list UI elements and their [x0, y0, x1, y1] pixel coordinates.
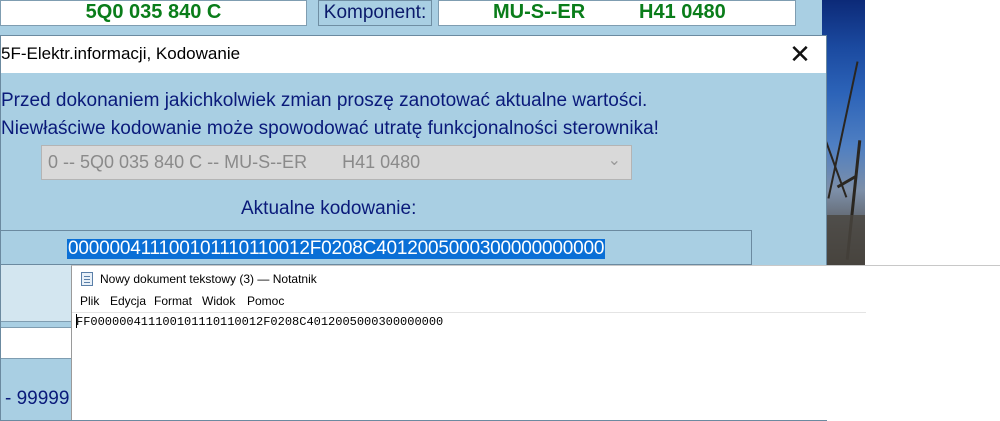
menu-widok[interactable]: Widok	[202, 294, 235, 308]
close-icon[interactable]: ✕	[785, 40, 815, 70]
part-number-field: 5Q0 035 840 C	[0, 0, 307, 26]
module-select-dropdown[interactable]: 0 -- 5Q0 035 840 C -- MU-S--ER H41 0480 …	[41, 145, 632, 180]
warning-text-line2: Niewłaściwe kodowanie może spowodować ut…	[1, 118, 659, 139]
current-coding-label: Aktualne kodowanie:	[241, 198, 417, 219]
menu-plik[interactable]: Plik	[80, 294, 99, 308]
desktop-wallpaper-photo	[822, 0, 865, 265]
komponent-version: H41 0480	[639, 1, 726, 23]
range-text: - 99999	[5, 388, 70, 409]
komponent-label: Komponent:	[318, 0, 432, 26]
menu-pomoc[interactable]: Pomoc	[247, 294, 284, 308]
dialog-title: 5F-Elektr.informacji, Kodowanie	[1, 44, 241, 63]
komponent-field: MU-S--ER H41 0480	[438, 0, 796, 26]
notepad-icon	[81, 272, 93, 286]
module-select-value: 0 -- 5Q0 035 840 C -- MU-S--ER H41 0480	[48, 152, 421, 172]
coding-value-selected: 000000411100101110110012F0208C4012005000…	[67, 238, 606, 259]
menu-edycja[interactable]: Edycja	[110, 294, 146, 308]
notepad-text-area[interactable]: FF000000411100101110110012F0208C40120050…	[76, 315, 443, 329]
notepad-menu-divider	[72, 312, 866, 313]
notepad-title: Nowy dokument tekstowy (3) — Notatnik	[100, 272, 317, 286]
menu-format[interactable]: Format	[154, 294, 192, 308]
background-header-strip: 5Q0 035 840 C Komponent: MU-S--ER H41 04…	[0, 0, 800, 26]
warning-text-line1: Przed dokonaniem jakichkolwiek zmian pro…	[1, 90, 648, 111]
notepad-titlebar: Nowy dokument tekstowy (3) — Notatnik	[72, 266, 1000, 292]
coding-input[interactable]: 000000411100101110110012F0208C4012005000…	[1, 230, 752, 265]
lower-panel	[1, 265, 73, 322]
komponent-name: MU-S--ER	[493, 1, 586, 23]
chevron-down-icon: ⌄	[607, 152, 621, 169]
notepad-window: Nowy dokument tekstowy (3) — Notatnik Pl…	[71, 265, 1000, 420]
dialog-titlebar: 5F-Elektr.informacji, Kodowanie ✕	[1, 36, 826, 73]
lower-input-field[interactable]	[1, 327, 73, 359]
